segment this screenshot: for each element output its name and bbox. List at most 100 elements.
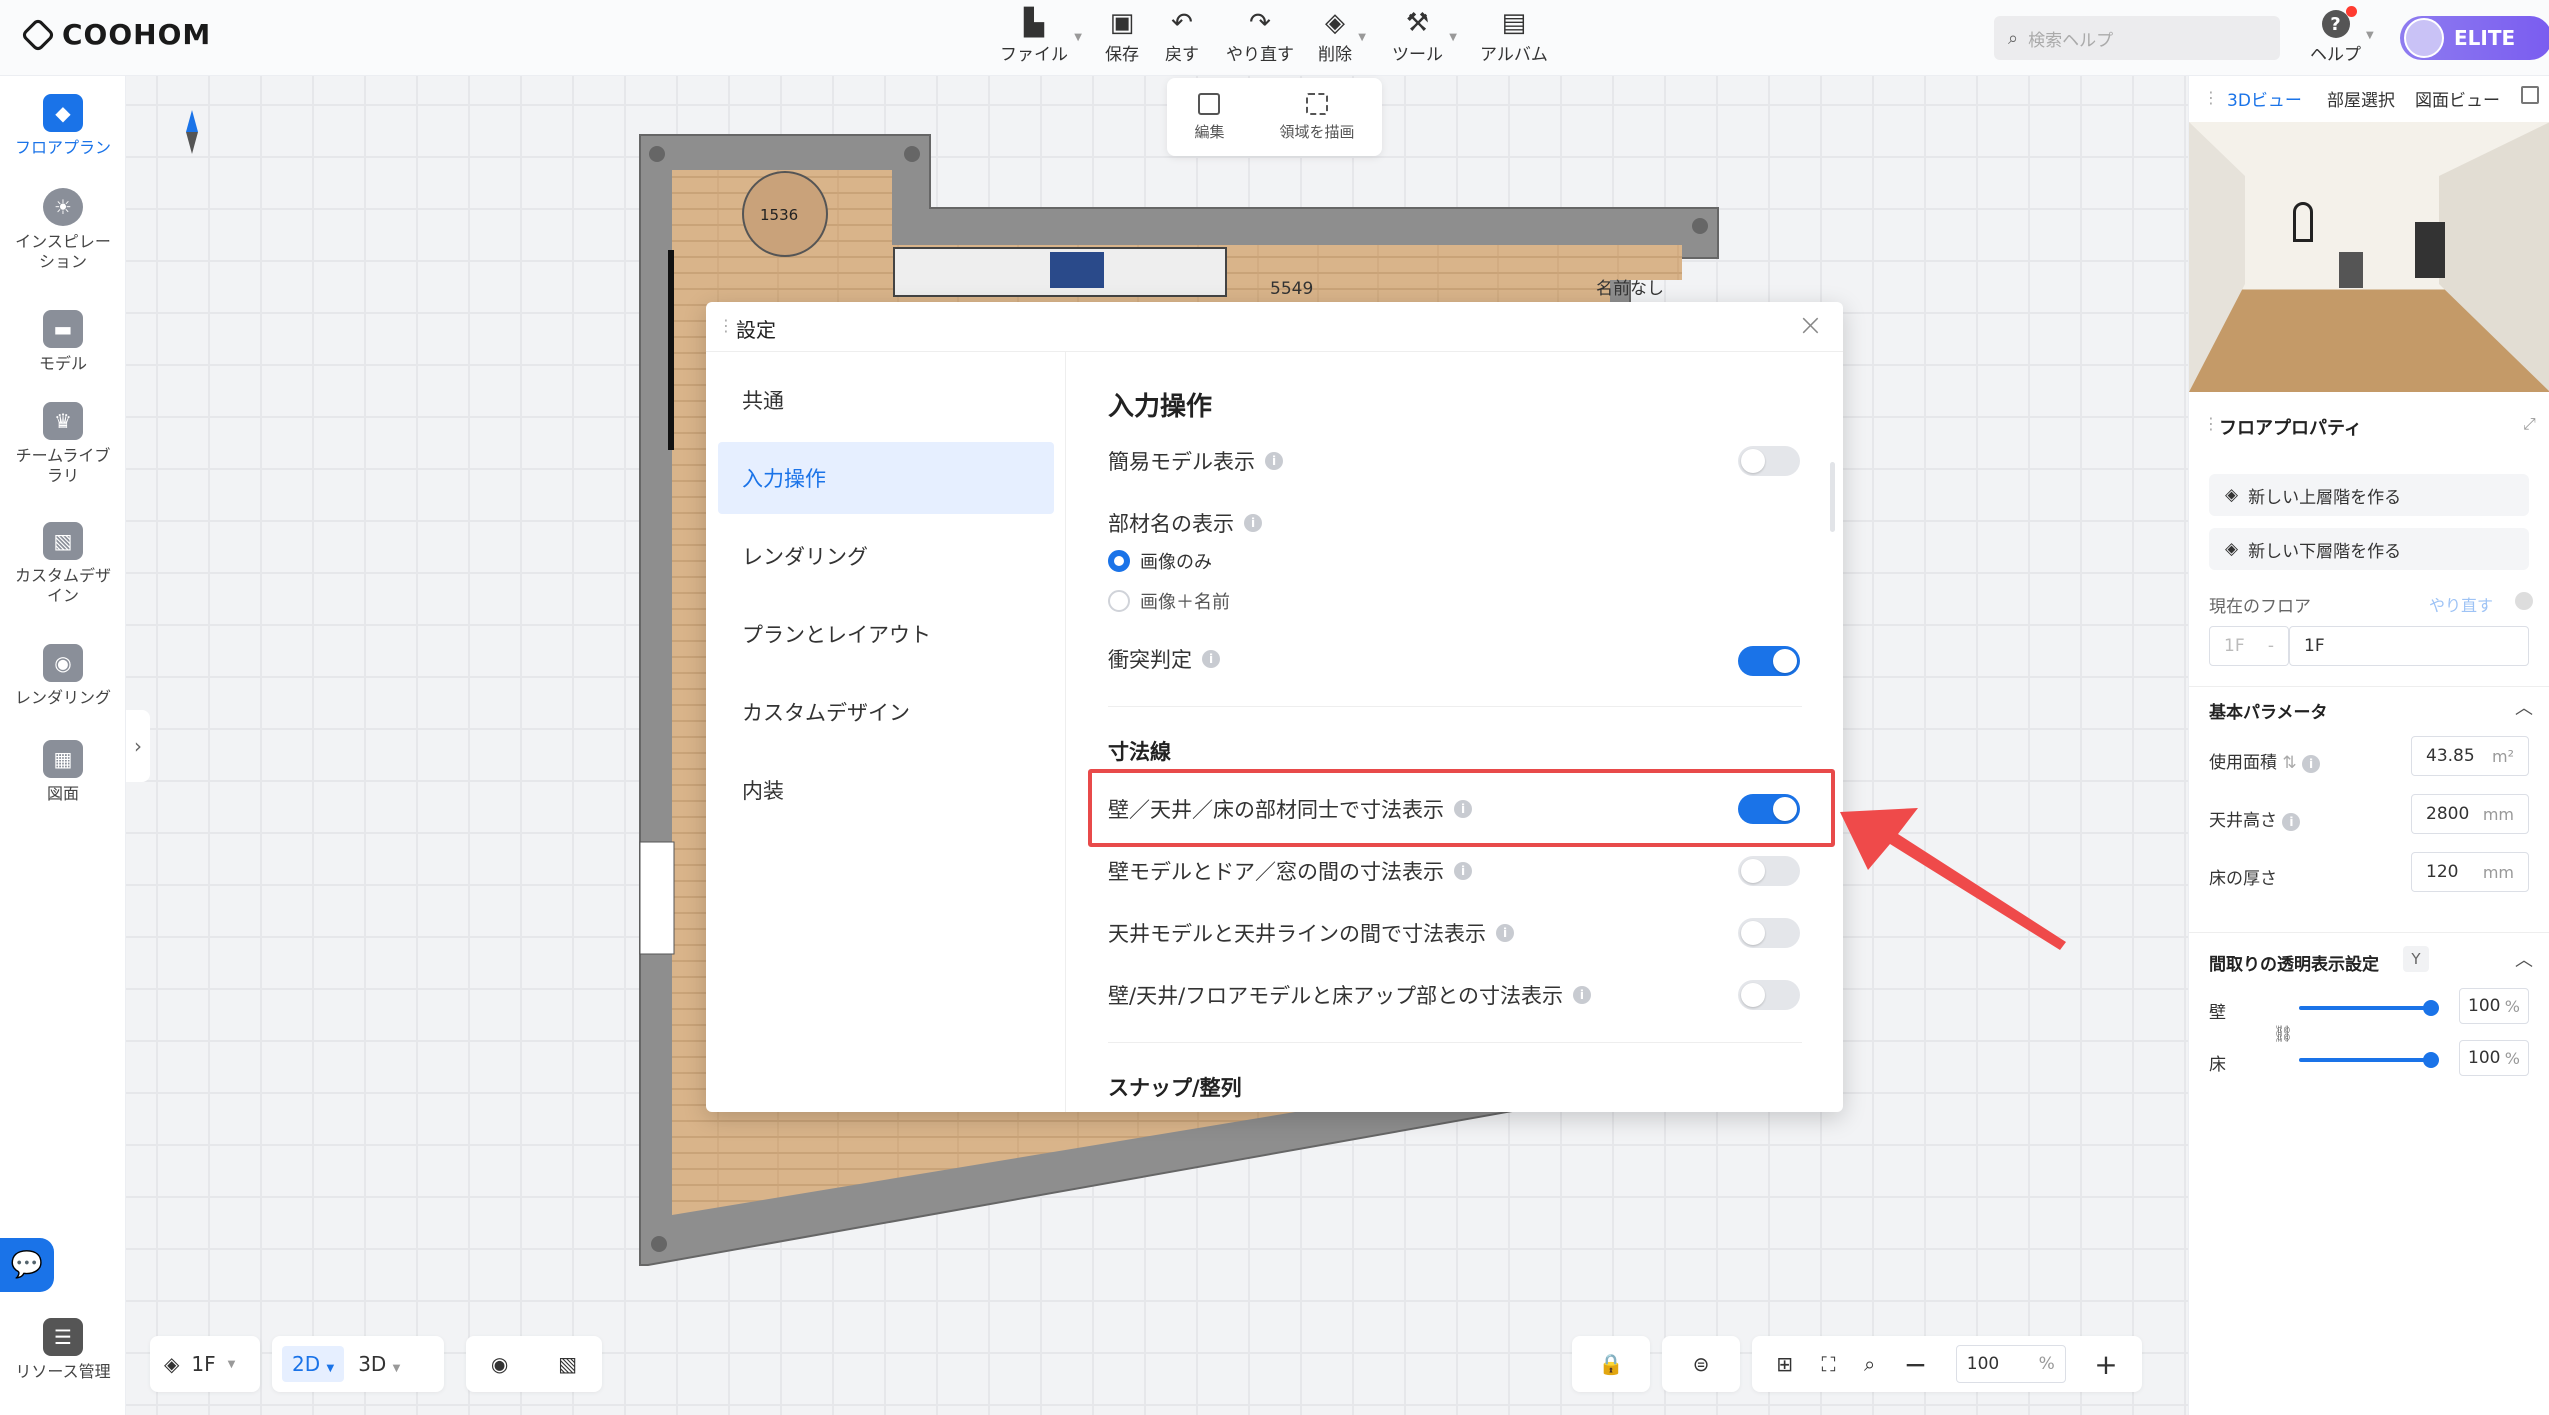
cube-icon[interactable]: ▧ <box>558 1352 577 1376</box>
sidebar-item-resource-management[interactable]: ☰ リソース管理 <box>0 1318 126 1382</box>
dim-row-toggle-3[interactable] <box>1738 918 1800 948</box>
link-icon[interactable]: ⛓ <box>2273 1024 2293 1043</box>
tab-room-select[interactable]: 部屋選択 <box>2327 86 2395 111</box>
dim-row-toggle-2[interactable] <box>1738 856 1800 886</box>
ceiling-height-input[interactable]: 2800 mm <box>2411 794 2529 834</box>
toggle-settings-button[interactable]: ⊜ <box>1662 1336 1740 1392</box>
nav-item-rendering[interactable]: レンダリング <box>718 520 1054 592</box>
floor-name-input[interactable]: 1F <box>2289 626 2529 666</box>
zoom-input[interactable]: 100% <box>1955 1345 2066 1383</box>
radio-image-only[interactable]: 画像のみ <box>1108 548 1212 574</box>
popout-icon[interactable] <box>2521 86 2539 104</box>
file-menu-button[interactable]: ▙ ファイル ▼ <box>1000 8 1082 65</box>
album-button[interactable]: ▤ アルバム <box>1480 10 1548 65</box>
radio-button[interactable] <box>1108 590 1130 612</box>
nav-item-input-operation[interactable]: 入力操作 <box>718 442 1054 514</box>
nav-item-interior[interactable]: 内装 <box>718 754 1054 826</box>
view-2d-button[interactable]: 2D ▼ <box>282 1346 345 1382</box>
app-logo[interactable]: COOHOM <box>20 16 211 53</box>
undo-button[interactable]: ↶ 戻す <box>1165 10 1199 65</box>
lock-button[interactable]: 🔒 <box>1572 1336 1650 1392</box>
drag-handle-icon[interactable]: ⋮ <box>2203 88 2219 107</box>
nav-item-custom-design[interactable]: カスタムデザイン <box>718 676 1054 748</box>
focus-icon[interactable]: ⛶ <box>1822 1352 1836 1376</box>
floor-transparency-slider[interactable] <box>2299 1052 2439 1068</box>
nav-item-plan-layout[interactable]: プランとレイアウト <box>718 598 1054 670</box>
collapse-icon[interactable]: ︿ <box>2515 694 2533 720</box>
corner-marker <box>1692 218 1708 234</box>
compass-icon[interactable] <box>186 110 198 154</box>
redo-button[interactable]: ↷ やり直す <box>1226 10 1294 65</box>
create-lower-floor-button[interactable]: ◈ 新しい下層階を作る <box>2209 528 2529 570</box>
floor-selector[interactable]: ◈ 1F ▼ <box>150 1336 260 1392</box>
chat-button[interactable]: 💬 <box>0 1238 54 1292</box>
fireplace-element <box>2415 222 2445 278</box>
collapse-icon[interactable]: ︿ <box>2515 946 2533 972</box>
search-input[interactable]: ⌕ 検索ヘルプ <box>1994 16 2280 60</box>
help-button[interactable]: ? ヘルプ <box>2310 10 2361 65</box>
view-3d-button[interactable]: 3D ▼ <box>358 1352 400 1376</box>
dim-row-toggle-4[interactable] <box>1738 980 1800 1010</box>
fit-view-icon[interactable]: ⊞ <box>1776 1352 1793 1376</box>
slider-handle[interactable] <box>2423 1052 2439 1068</box>
radio-button[interactable] <box>1108 550 1130 572</box>
drag-handle-icon[interactable]: ⋮ <box>2203 414 2219 433</box>
account-elite-badge[interactable]: ELITE <box>2400 16 2549 60</box>
lock-icon: 🔒 <box>1598 1352 1624 1376</box>
slider-handle[interactable] <box>2423 1000 2439 1016</box>
settings-content: 入力操作 簡易モデル表示 i 部材名の表示 i 画像のみ 画像＋名前 衝突判定 i 寸… <box>1066 352 1843 1112</box>
tab-drawing-view[interactable]: 図面ビュー <box>2415 86 2500 111</box>
right-panel: ⋮ 3Dビュー 部屋選択 図面ビュー ⋮ フロアプロパティ ⤢ ◈ 新しい上層階を… <box>2188 76 2549 1415</box>
close-icon[interactable]: × <box>1798 308 1823 343</box>
wall-transparency-input[interactable]: 100% <box>2459 988 2529 1024</box>
sidebar-expand-button[interactable]: › <box>126 710 150 782</box>
collision-toggle[interactable] <box>1738 646 1800 676</box>
dim-row-label-2: 壁モデルとドア／窓の間の寸法表示 i <box>1108 856 1472 886</box>
sidebar-item-model[interactable]: ▬ モデル <box>0 310 126 374</box>
redo-link[interactable]: やり直す <box>2429 592 2493 616</box>
drag-handle-icon[interactable]: ⋮ <box>718 316 734 335</box>
crown-icon: ♛ <box>43 402 83 440</box>
divider <box>1108 1042 1802 1043</box>
save-button[interactable]: ▣ 保存 <box>1105 10 1139 65</box>
corner-marker <box>904 146 920 162</box>
chevron-down-icon: ▼ <box>227 1358 236 1370</box>
eye-icon[interactable]: ◉ <box>491 1352 508 1376</box>
nav-item-common[interactable]: 共通 <box>718 364 1054 436</box>
delete-button[interactable]: ◈ 削除 ▼ <box>1318 10 1366 65</box>
edit-icon <box>1198 92 1221 115</box>
floor-thickness-label: 床の厚さ <box>2209 869 2277 889</box>
3d-preview-image[interactable] <box>2189 122 2549 392</box>
question-icon: ? <box>2321 10 2350 38</box>
info-icon: i <box>1454 862 1472 880</box>
zoom-in-icon[interactable]: + <box>2094 1348 2117 1381</box>
sidebar-item-floorplan[interactable]: ◆ フロアプラン <box>0 94 126 158</box>
sidebar-item-inspiration[interactable]: ☀ インスピレーション <box>0 188 126 272</box>
create-upper-floor-button[interactable]: ◈ 新しい上層階を作る <box>2209 474 2529 516</box>
sidebar-item-rendering[interactable]: ◉ レンダリング <box>0 644 126 708</box>
switch-icon: ⊜ <box>1692 1352 1710 1376</box>
zoom-area-icon[interactable]: ⌕ <box>1864 1352 1875 1376</box>
sidebar-item-custom-design[interactable]: ▧ カスタムデザイン <box>0 522 126 606</box>
zoom-out-icon[interactable]: − <box>1904 1348 1927 1381</box>
floor-thickness-input[interactable]: 120 mm <box>2411 852 2529 892</box>
resource-icon: ☰ <box>43 1318 83 1356</box>
sidebar-item-team-library[interactable]: ♛ チームライブラリ <box>0 402 126 486</box>
expand-icon[interactable]: ⤢ <box>2523 414 2536 434</box>
layers-minus-icon: ◈ <box>2225 539 2239 559</box>
tools-menu-button[interactable]: ⚒ ツール ▼ <box>1392 10 1457 65</box>
info-icon: i <box>2302 755 2321 773</box>
scrollbar[interactable] <box>1830 462 1835 532</box>
album-icon: ▤ <box>1501 8 1527 38</box>
tab-3d-view[interactable]: 3Dビュー <box>2227 86 2302 111</box>
divider <box>1108 706 1802 707</box>
wall-transparency-slider[interactable] <box>2299 1000 2439 1016</box>
area-input[interactable]: 43.85 m² <box>2411 736 2529 776</box>
sidebar-item-drawing[interactable]: ▦ 図面 <box>0 740 126 804</box>
radio-image-name[interactable]: 画像＋名前 <box>1108 588 1230 614</box>
file-icon: ▙ <box>1024 8 1044 38</box>
divider <box>2189 932 2549 933</box>
floor-transparency-input[interactable]: 100% <box>2459 1040 2529 1076</box>
chat-icon: 💬 <box>10 1250 44 1280</box>
simple-model-toggle[interactable] <box>1738 446 1800 476</box>
